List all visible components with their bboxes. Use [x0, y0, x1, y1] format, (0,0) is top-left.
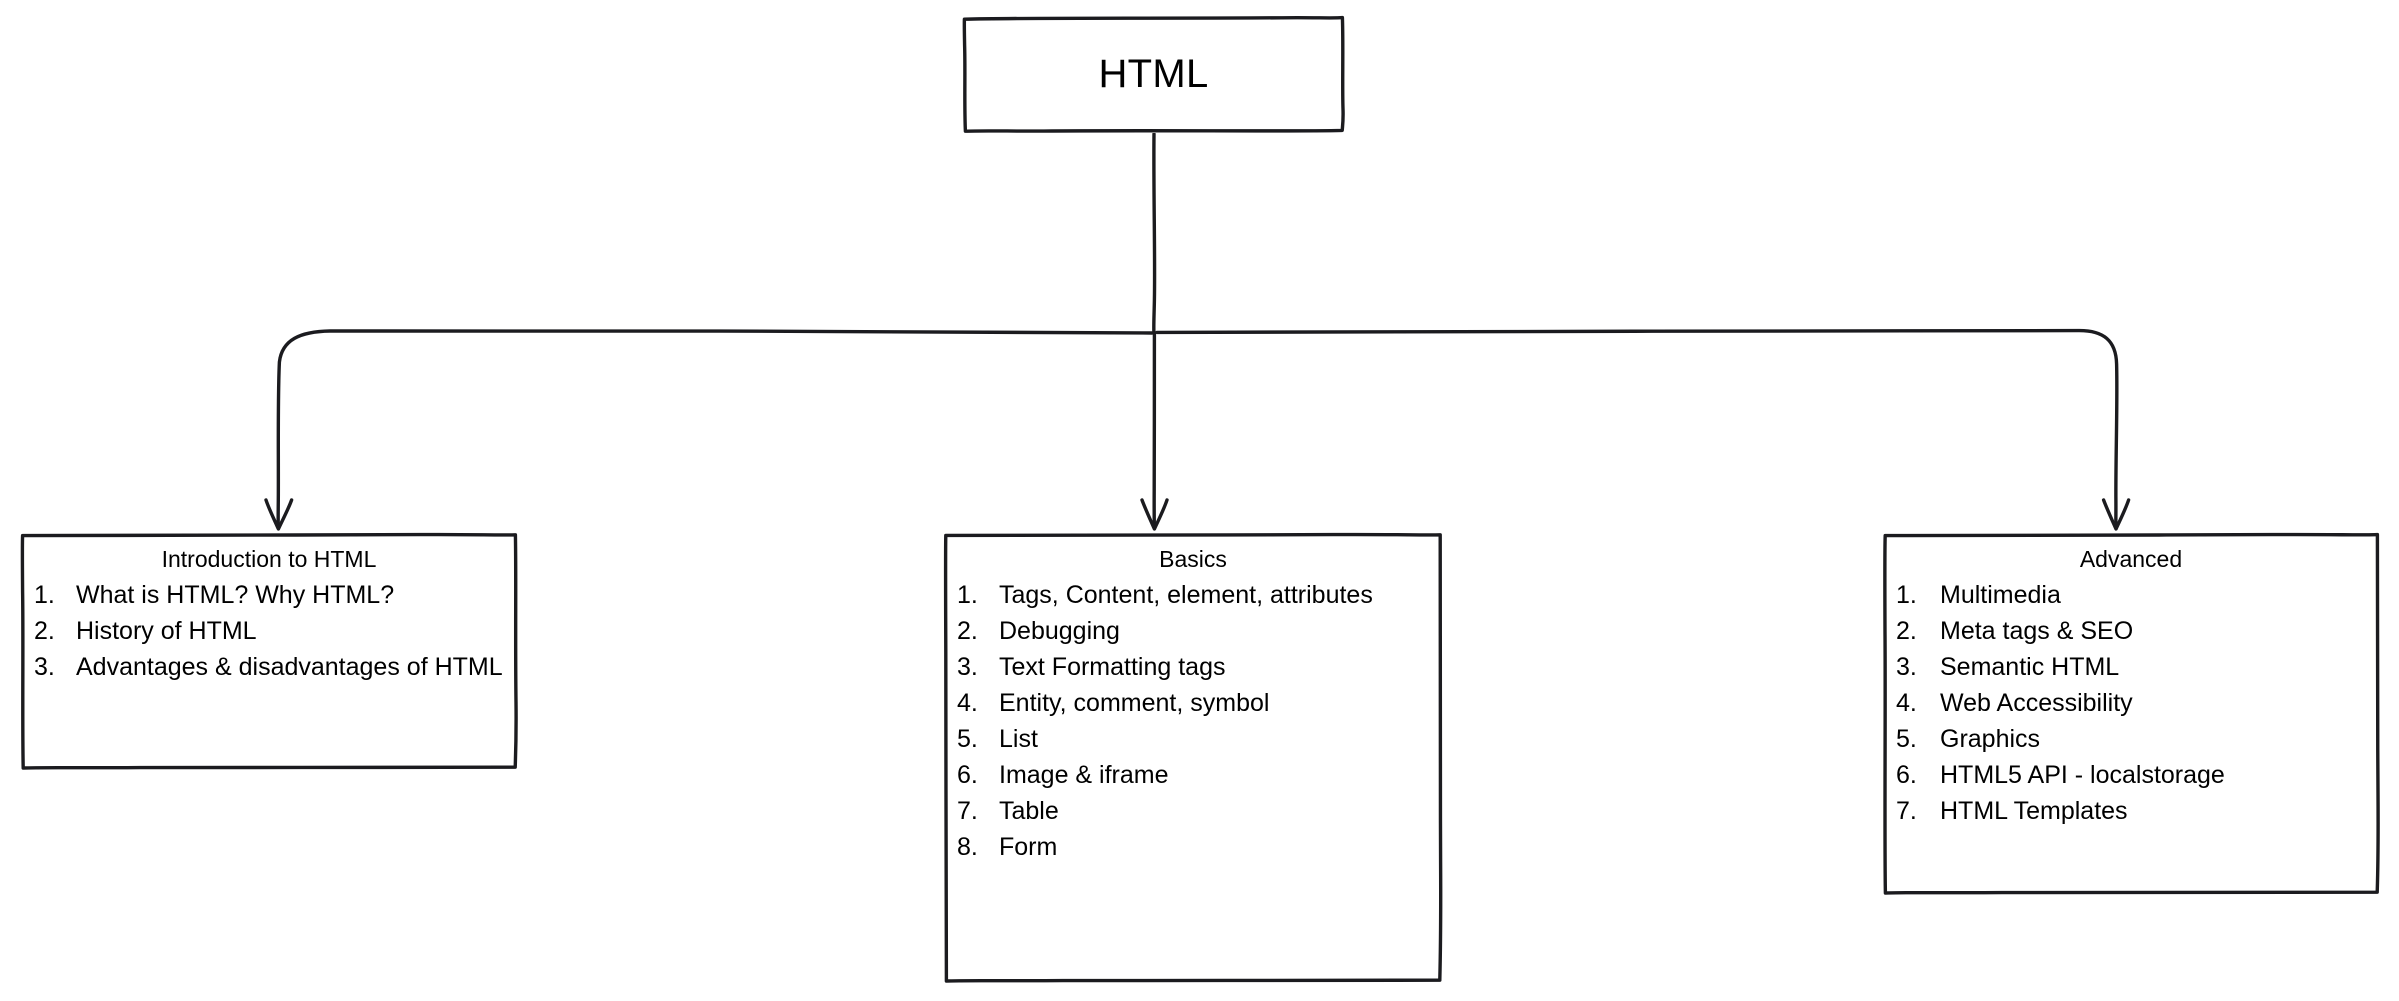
list-item-text: Tags, Content, element, attributes [999, 581, 1373, 609]
list-item: 4. Entity, comment, symbol [957, 685, 1429, 721]
list-item-text: HTML5 API - localstorage [1940, 761, 2225, 789]
list-item-number: 5. [1896, 725, 1917, 753]
list-item: 2. Debugging [957, 613, 1429, 649]
list-item-text: Image & iframe [999, 761, 1169, 789]
list-item-text: Web Accessibility [1940, 689, 2133, 717]
list-item: 3. Advantages & disadvantages of HTML [34, 649, 504, 685]
node-basics[interactable]: Basics 1. Tags, Content, element, attribu… [943, 532, 1443, 983]
list-item-text: Table [999, 797, 1059, 825]
node-item-list: 1. Tags, Content, element, attributes 2. D… [957, 577, 1429, 865]
list-item-number: 3. [34, 653, 55, 681]
list-item-number: 7. [957, 797, 978, 825]
list-item: 8. Form [957, 829, 1429, 865]
node-title: Advanced [2079, 546, 2183, 572]
list-item-text: Debugging [999, 617, 1120, 645]
list-item: 6. Image & iframe [957, 757, 1429, 793]
list-item-number: 1. [1896, 581, 1917, 609]
node-advanced[interactable]: Advanced 1. Multimedia 2. Meta tags & SEO … [1882, 532, 2380, 895]
list-item-text: Meta tags & SEO [1940, 617, 2134, 645]
list-item-text: Semantic HTML [1940, 653, 2120, 681]
list-item-number: 2. [34, 617, 55, 645]
list-item: 3. Text Formatting tags [957, 649, 1429, 685]
list-item-number: 5. [957, 725, 978, 753]
list-item: 1. What is HTML? Why HTML? [34, 577, 504, 613]
list-item-number: 4. [957, 689, 978, 717]
list-item: 6. HTML5 API - localstorage [1896, 757, 2366, 793]
list-item-text: Graphics [1940, 725, 2041, 753]
list-item-text: Entity, comment, symbol [999, 689, 1270, 717]
list-item-text: Form [999, 833, 1058, 861]
list-item-text: Multimedia [1940, 581, 2061, 609]
list-item-text: Advantages & disadvantages of HTML [76, 653, 503, 681]
edge-trunk [1152, 132, 1157, 334]
edge-root-to-intro [276, 329, 1154, 526]
list-item-number: 1. [34, 581, 55, 609]
list-item-number: 3. [1896, 653, 1917, 681]
list-item-text: HTML Templates [1940, 797, 2128, 825]
list-item: 1. Tags, Content, element, attributes [957, 577, 1429, 613]
arrow-head-basics [1140, 498, 1169, 531]
list-item-number: 2. [1896, 617, 1917, 645]
list-item: 5. Graphics [1896, 721, 2366, 757]
list-item: 4. Web Accessibility [1896, 685, 2366, 721]
list-item-text: List [999, 725, 1038, 753]
list-item: 1. Multimedia [1896, 577, 2366, 613]
list-item-text: What is HTML? Why HTML? [76, 581, 395, 609]
list-item: 7. Table [957, 793, 1429, 829]
list-item-number: 2. [957, 617, 978, 645]
list-item-number: 3. [957, 653, 978, 681]
edge-root-to-advanced [1155, 328, 2119, 527]
list-item: 3. Semantic HTML [1896, 649, 2366, 685]
list-item-number: 6. [1896, 761, 1917, 789]
list-item-number: 1. [957, 581, 978, 609]
list-item: 2. Meta tags & SEO [1896, 613, 2366, 649]
node-root-html[interactable]: HTML [962, 15, 1345, 133]
list-item-text: Text Formatting tags [999, 653, 1226, 681]
node-title: Introduction to HTML [161, 546, 377, 572]
list-item-number: 4. [1896, 689, 1917, 717]
arrow-head-advanced [2101, 498, 2131, 531]
diagram-canvas: HTML Introduction to HTML 1. What is HTML… [0, 0, 2399, 1001]
list-item-number: 8. [957, 833, 978, 861]
root-title: HTML [1098, 52, 1209, 96]
node-item-list: 1. What is HTML? Why HTML? 2. History of H… [34, 577, 504, 685]
list-item-number: 7. [1896, 797, 1917, 825]
list-item: 5. List [957, 721, 1429, 757]
node-title: Basics [1159, 546, 1227, 572]
list-item-text: History of HTML [76, 617, 257, 645]
list-item: 7. HTML Templates [1896, 793, 2366, 829]
node-introduction-to-html[interactable]: Introduction to HTML 1. What is HTML? Why… [20, 532, 518, 770]
node-item-list: 1. Multimedia 2. Meta tags & SEO 3. Semanti… [1896, 577, 2366, 829]
list-item-number: 6. [957, 761, 978, 789]
list-item: 2. History of HTML [34, 613, 504, 649]
arrow-head-intro [264, 498, 294, 531]
